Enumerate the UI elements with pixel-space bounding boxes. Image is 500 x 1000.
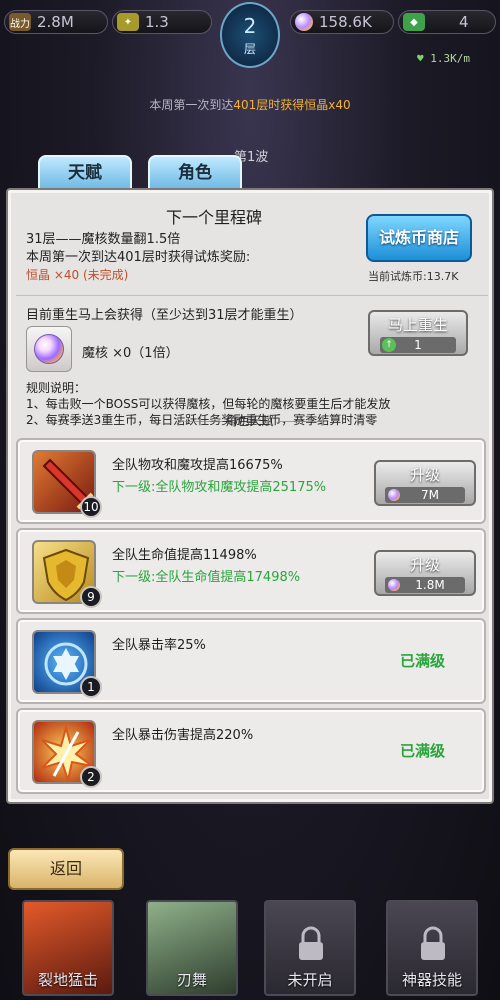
skill-slot-artifact[interactable]: 神器技能 <box>386 900 478 996</box>
lock-icon <box>421 926 445 960</box>
upgrade-cost-value: 1.8M <box>415 578 445 592</box>
magic-core-count: 魔核 ×0（1倍） <box>82 346 179 361</box>
milestone-section: 下一个里程碑 31层——魔核数量翻1.5倍 本周第一次到达401层时获得试炼奖励… <box>16 196 488 296</box>
level-icon: ✦ <box>117 13 139 31</box>
leaf-icon: ♥ <box>417 52 424 65</box>
tab-role[interactable]: 角色 <box>148 155 242 191</box>
talent-header-text: 角色天赋 <box>225 414 274 428</box>
currency-display: 158.6K <box>290 10 394 34</box>
power-icon: 战力 <box>9 13 31 31</box>
skill-slot-ground-smash[interactable]: 裂地猛击 <box>22 900 114 996</box>
skill-label: 未开启 <box>287 971 333 989</box>
skill-label: 刃舞 <box>176 971 207 989</box>
tab-talent[interactable]: 天赋 <box>38 155 132 191</box>
rebirth-cost-value: 1 <box>414 338 422 352</box>
maxed-label: 已满级 <box>400 652 446 670</box>
talent-next-level: 下一级:全队物攻和魔攻提高25175% <box>112 480 327 495</box>
talent-row-crit-rate: 1 全队暴击率25% 已满级 <box>16 618 486 704</box>
talent-row-health: 9 全队生命值提高11498% 下一级:全队生命值提高17498% 升级 1.8… <box>16 528 486 614</box>
talent-section-header: ⊱⸺⸺ 角色天赋 ⸺⸺⊰ <box>8 412 492 429</box>
level-display: ✦ 1.3 <box>112 10 212 34</box>
talent-name: 全队物攻和魔攻提高16675% <box>112 458 283 473</box>
skill-slot-locked[interactable]: 未开启 <box>264 900 356 996</box>
trial-shop-button[interactable]: 试炼币商店 <box>366 214 472 262</box>
magic-core-slot <box>26 326 72 372</box>
level-value: 1.3 <box>145 13 169 31</box>
magic-core-icon <box>34 334 64 364</box>
back-button[interactable]: 返回 <box>8 848 124 890</box>
maxed-label: 已满级 <box>400 742 446 760</box>
rebirth-coin-icon: ↑ <box>382 338 396 352</box>
trial-coins-label: 当前试炼币:13.7K <box>368 270 459 283</box>
income-rate: ♥ 1.3K/m <box>417 52 470 65</box>
upgrade-label: 升级 <box>409 466 440 484</box>
rules-title: 规则说明： <box>26 381 87 395</box>
ornament-right: ⸺⸺⊰ <box>277 414 325 428</box>
milestone-title: 下一个里程碑 <box>166 208 263 227</box>
upgrade-cost: 1.8M <box>385 577 465 593</box>
floor-unit: 层 <box>243 42 256 56</box>
rebirth-cost: ↑ 1 <box>380 337 456 353</box>
upgrade-attack-button[interactable]: 升级 7M <box>374 460 476 506</box>
week-note-floor: 401层时获得 <box>233 98 305 112</box>
talent-level-badge: 9 <box>80 586 102 608</box>
talent-level-badge: 1 <box>80 676 102 698</box>
week-note-prefix: 本周第一次到达 <box>149 98 234 112</box>
power-value: 2.8M <box>37 13 74 31</box>
upgrade-cost-value: 7M <box>421 488 439 502</box>
skill-label: 裂地猛击 <box>37 971 98 989</box>
milestone-line-1: 31层——魔核数量翻1.5倍 <box>26 232 181 247</box>
rebirth-section: 目前重生马上会获得（至少达到31层才能重生） 魔核 ×0（1倍） 马上重生 ↑ … <box>16 296 488 427</box>
rule-1: 1、每击败一个BOSS可以获得魔核，但每轮的魔核要重生后才能发放 <box>26 397 391 411</box>
top-hud: 战力 2.8M ✦ 1.3 2 层 158.6K ◆ 4 ♥ 1.3K/m <box>0 0 500 70</box>
floor-badge: 2 层 <box>220 2 280 68</box>
rebirth-now-button[interactable]: 马上重生 ↑ 1 <box>368 310 468 356</box>
weekly-reward-note: 本周第一次到达401层时获得恒晶x40 <box>0 96 500 113</box>
talent-level-badge: 10 <box>80 496 102 518</box>
talent-next-level: 下一级:全队生命值提高17498% <box>112 570 301 585</box>
income-rate-value: 1.3K/m <box>430 52 470 65</box>
talent-level-badge: 2 <box>80 766 102 788</box>
core-orb-icon <box>295 13 313 31</box>
upgrade-health-button[interactable]: 升级 1.8M <box>374 550 476 596</box>
floor-number: 2 <box>243 14 257 38</box>
core-orb-icon <box>388 579 400 591</box>
milestone-line-2: 本周第一次到达401层时获得试炼奖励: <box>26 250 251 265</box>
lock-icon <box>299 926 323 960</box>
gems-value: 4 <box>459 13 469 31</box>
power-display: 战力 2.8M <box>4 10 108 34</box>
gems-display: ◆ 4 <box>398 10 496 34</box>
talent-row-attack: 10 全队物攻和魔攻提高16675% 下一级:全队物攻和魔攻提高25175% 升… <box>16 438 486 524</box>
upgrade-label: 升级 <box>409 556 440 574</box>
talent-row-crit-damage: 2 全队暴击伤害提高220% 已满级 <box>16 708 486 794</box>
ornament-left: ⊱⸺⸺ <box>175 414 226 428</box>
talent-name: 全队生命值提高11498% <box>112 548 257 563</box>
core-orb-icon <box>388 489 400 501</box>
talent-name: 全队暴击伤害提高220% <box>112 728 254 743</box>
rebirth-button-label: 马上重生 <box>387 316 448 334</box>
role-panel: 下一个里程碑 31层——魔核数量翻1.5倍 本周第一次到达401层时获得试炼奖励… <box>6 188 494 804</box>
talent-name: 全队暴击率25% <box>112 638 206 653</box>
milestone-line-3: 恒晶 ×40 (未完成) <box>26 268 129 282</box>
week-note-reward: 恒晶x40 <box>304 98 351 112</box>
gem-icon: ◆ <box>403 13 425 31</box>
skill-slot-blade-dance[interactable]: 刃舞 <box>146 900 238 996</box>
rebirth-info: 目前重生马上会获得（至少达到31层才能重生） <box>26 308 303 323</box>
skill-label: 神器技能 <box>401 971 462 989</box>
currency-value: 158.6K <box>319 13 372 31</box>
upgrade-cost: 7M <box>385 487 465 503</box>
